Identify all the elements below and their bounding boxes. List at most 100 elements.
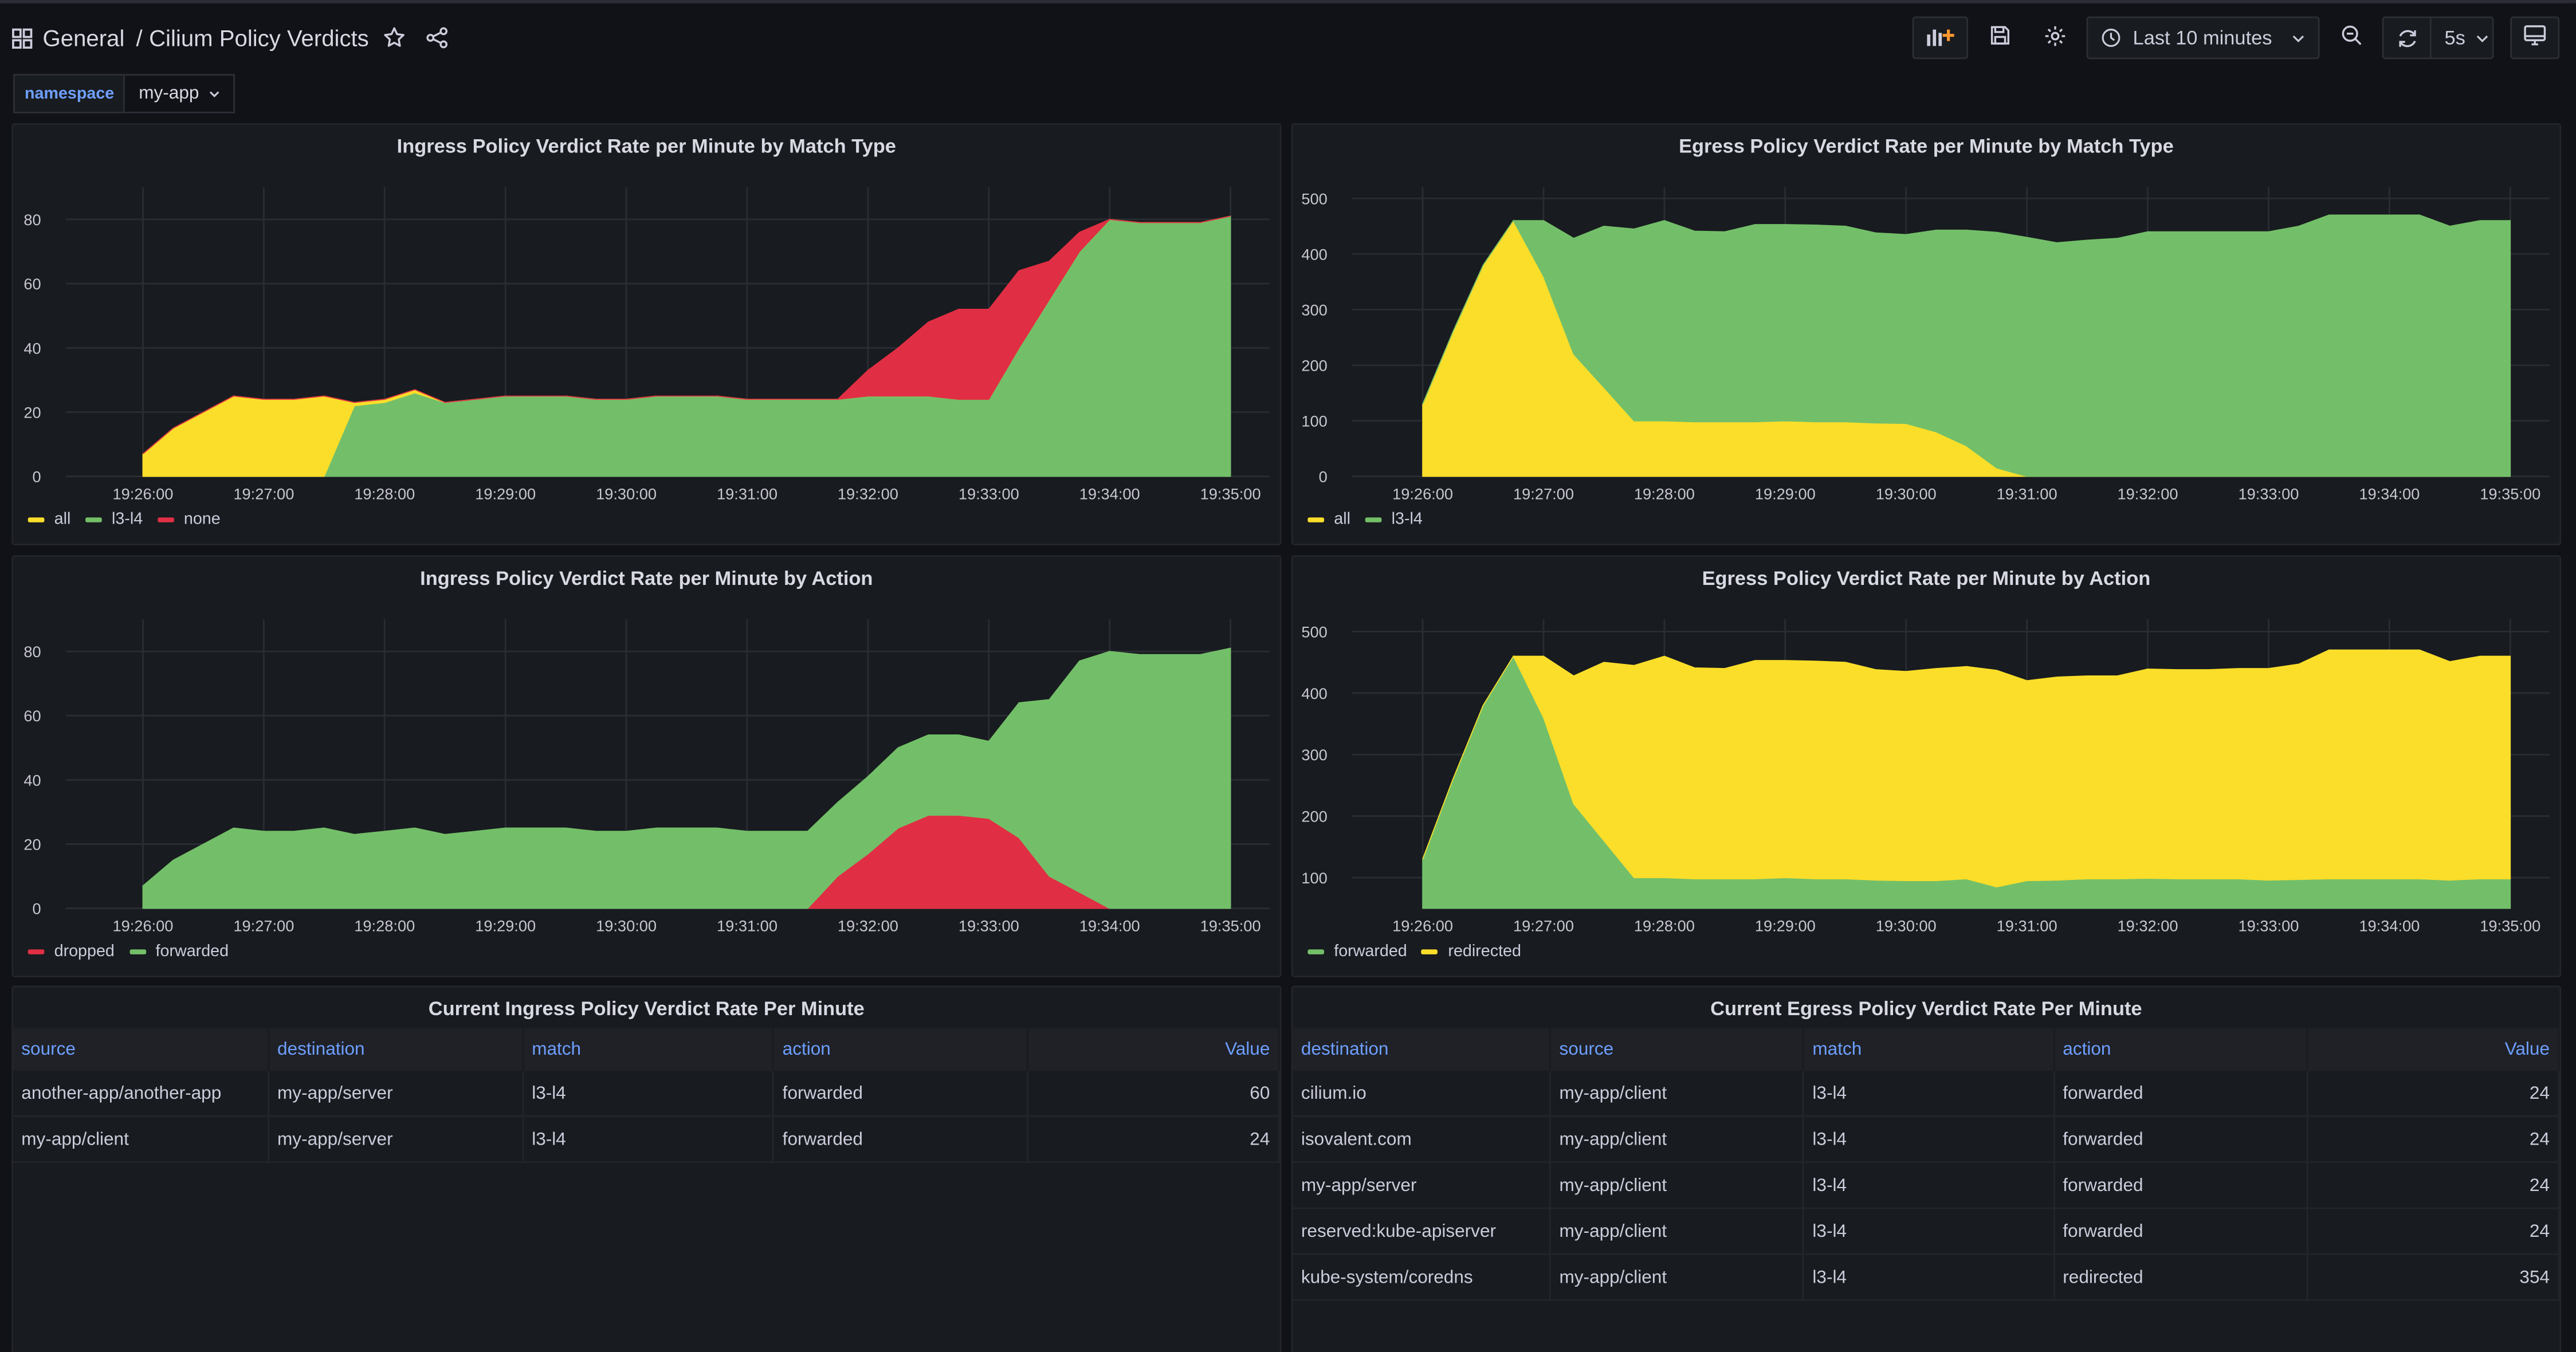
x-tick-label: 19:34:00 <box>1079 917 1140 935</box>
gear-icon <box>2044 24 2067 52</box>
table-cell: my-app/client <box>1550 1162 1805 1209</box>
star-icon[interactable] <box>382 26 405 49</box>
panel-title[interactable]: Current Ingress Policy Verdict Rate Per … <box>13 997 1280 1020</box>
legend-swatch <box>1307 949 1325 954</box>
table-row[interactable]: cilium.io my-app/client l3-l4 forwarded 24 <box>1293 1071 2560 1117</box>
y-tick-label: 0 <box>1319 468 1328 486</box>
column-header-destination[interactable]: destination <box>1293 1028 1552 1071</box>
x-tick-label: 19:33:00 <box>959 917 1019 935</box>
legend-item-forwarded[interactable]: forwarded <box>1307 943 1407 961</box>
x-tick-label: 19:26:00 <box>112 917 173 935</box>
table-header-row: source destination match action Value <box>13 1028 1280 1071</box>
apps-grid-icon[interactable] <box>11 27 33 48</box>
legend-label: all <box>54 510 71 529</box>
egress-verdict-table: destination source match action Value cilium.… <box>1293 1028 2560 1301</box>
table-cell: forwarded <box>2053 1208 2308 1255</box>
x-tick-label: 19:30:00 <box>1876 485 1937 503</box>
column-header-value[interactable]: Value <box>1027 1028 1280 1071</box>
table-cell: forwarded <box>773 1116 1028 1164</box>
table-row[interactable]: my-app/server my-app/client l3-l4 forwarded… <box>1293 1162 2560 1209</box>
panel-egress-action: Egress Policy Verdict Rate per Minute by… <box>1291 555 2562 978</box>
legend-swatch <box>28 949 45 954</box>
table-cell: 60 <box>1027 1071 1280 1117</box>
time-range-picker[interactable]: Last 10 minutes <box>2087 16 2320 60</box>
legend-item-forwarded[interactable]: forwarded <box>129 943 229 961</box>
page-title[interactable]: Cilium Policy Verdicts <box>149 25 369 51</box>
legend-item-dropped[interactable]: dropped <box>28 943 115 961</box>
column-header-match[interactable]: match <box>523 1028 775 1071</box>
save-dashboard-button[interactable] <box>1975 17 2024 60</box>
table-cell: cilium.io <box>1293 1071 1552 1117</box>
x-tick-label: 19:31:00 <box>1997 485 2057 503</box>
share-icon[interactable] <box>425 26 447 49</box>
panel-ingress-table: Current Ingress Policy Verdict Rate Per … <box>11 985 1282 1352</box>
table-row[interactable]: reserved:kube-apiserver my-app/client l3-l… <box>1293 1208 2560 1255</box>
column-header-match[interactable]: match <box>1803 1028 2055 1071</box>
table-cell: forwarded <box>2053 1071 2308 1117</box>
y-tick-label: 300 <box>1301 746 1327 764</box>
legend-swatch <box>1421 949 1439 954</box>
table-cell: my-app/client <box>1550 1116 1805 1164</box>
legend-item-all[interactable]: all <box>28 510 71 529</box>
table-cell: l3-l4 <box>1803 1071 2055 1117</box>
refresh-interval-label: 5s <box>2444 26 2465 50</box>
refresh-chevron-icon <box>2475 34 2488 42</box>
legend-label: l3-l4 <box>112 510 143 529</box>
panel-title[interactable]: Current Egress Policy Verdict Rate Per M… <box>1293 997 2560 1020</box>
chart-legend: all l3-l4 <box>1307 511 1437 529</box>
chart-legend: dropped forwarded <box>28 943 244 961</box>
table-cell: forwarded <box>2053 1116 2308 1164</box>
x-tick-label: 19:27:00 <box>1513 485 1574 503</box>
refresh-picker[interactable]: 5s <box>2382 16 2494 60</box>
x-tick-label: 19:29:00 <box>1755 917 1816 935</box>
y-tick-label: 20 <box>23 836 41 854</box>
legend-item-l3-l4[interactable]: l3-l4 <box>1365 511 1423 529</box>
table-cell: another-app/another-app <box>13 1071 269 1117</box>
x-tick-label: 19:29:00 <box>475 917 536 935</box>
table-cell: 24 <box>2307 1116 2560 1164</box>
column-header-source[interactable]: source <box>1550 1028 1805 1071</box>
table-cell: l3-l4 <box>1803 1162 2055 1209</box>
breadcrumb-folder[interactable]: General <box>43 25 125 51</box>
zoom-out-button[interactable] <box>2326 17 2375 60</box>
table-row[interactable]: my-app/client my-app/server l3-l4 forwarded… <box>13 1116 1280 1164</box>
variable-label: namespace <box>13 74 126 113</box>
legend-item-none[interactable]: none <box>158 511 221 529</box>
area-series-forwarded[interactable] <box>142 647 1231 909</box>
table-row[interactable]: another-app/another-app my-app/server l3-l… <box>13 1071 1280 1117</box>
table-cell: redirected <box>2053 1254 2308 1301</box>
namespace-value: my-app <box>139 84 199 104</box>
y-tick-label: 0 <box>33 468 41 486</box>
namespace-select[interactable]: my-app <box>125 74 235 113</box>
table-row[interactable]: kube-system/coredns my-app/client l3-l4 red… <box>1293 1254 2560 1301</box>
x-tick-label: 19:30:00 <box>1876 917 1937 935</box>
legend-label: none <box>183 510 221 529</box>
column-header-action[interactable]: action <box>2053 1028 2308 1071</box>
zoom-out-icon <box>2340 25 2361 51</box>
refresh-icon[interactable] <box>2383 18 2432 58</box>
panel-egress-table: Current Egress Policy Verdict Rate Per M… <box>1291 985 2562 1352</box>
column-header-value[interactable]: Value <box>2307 1028 2560 1071</box>
add-panel-button[interactable] <box>1913 16 1969 60</box>
breadcrumb-separator: / <box>136 25 143 51</box>
x-tick-label: 19:31:00 <box>717 485 777 503</box>
column-header-source[interactable]: source <box>13 1028 269 1071</box>
table-cell: 24 <box>2307 1162 2560 1209</box>
legend-item-all[interactable]: all <box>1307 511 1350 529</box>
panel-ingress-action: Ingress Policy Verdict Rate per Minute b… <box>11 555 1282 978</box>
column-header-action[interactable]: action <box>773 1028 1028 1071</box>
x-tick-label: 19:28:00 <box>1634 917 1695 935</box>
x-tick-label: 19:27:00 <box>233 485 294 503</box>
table-cell: l3-l4 <box>1803 1254 2055 1301</box>
legend-item-l3-l4[interactable]: l3-l4 <box>85 511 143 529</box>
legend-item-redirected[interactable]: redirected <box>1421 943 1521 961</box>
y-tick-label: 40 <box>23 339 41 357</box>
table-row[interactable]: isovalent.com my-app/client l3-l4 forwarded… <box>1293 1116 2560 1164</box>
column-header-destination[interactable]: destination <box>268 1028 524 1071</box>
table-cell: l3-l4 <box>1803 1208 2055 1255</box>
x-tick-label: 19:35:00 <box>2480 485 2540 503</box>
settings-button[interactable] <box>2031 17 2080 60</box>
y-tick-label: 200 <box>1301 808 1327 826</box>
tv-mode-button[interactable] <box>2510 16 2560 60</box>
table-cell: reserved:kube-apiserver <box>1293 1208 1552 1255</box>
